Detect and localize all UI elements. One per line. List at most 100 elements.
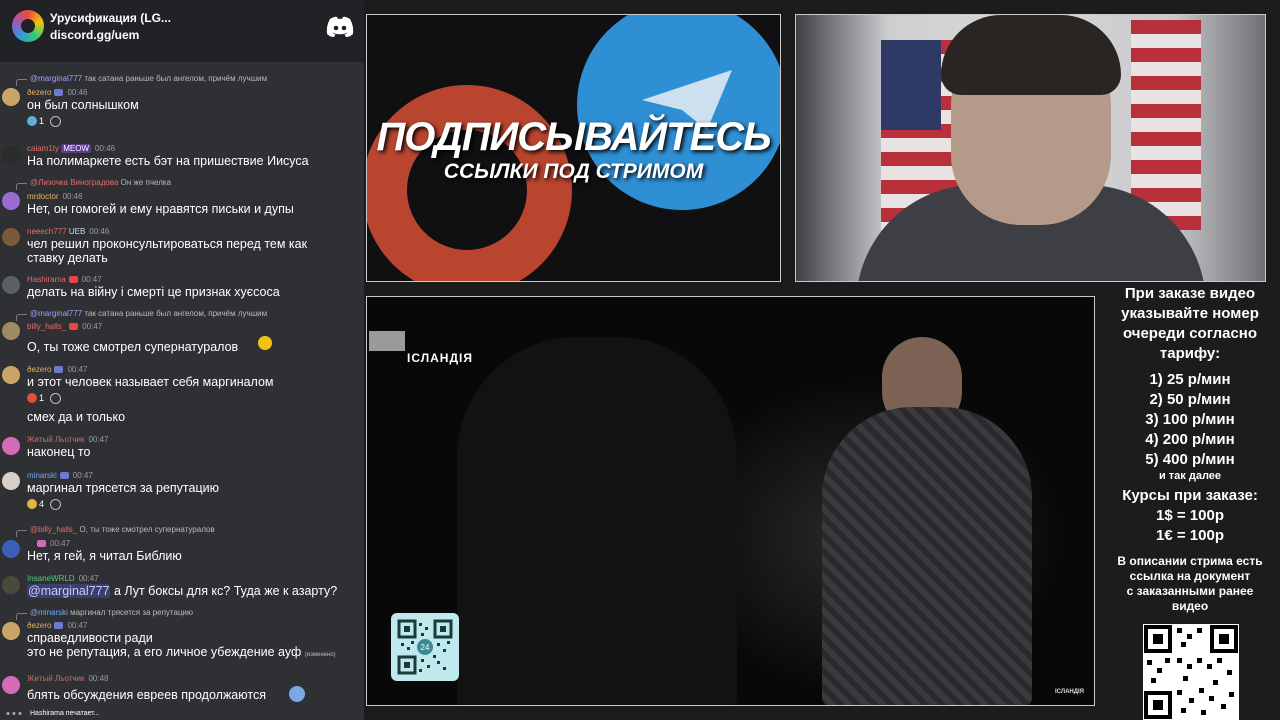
username-row: ðezero 00:47 [27,365,88,374]
message-text: блять обсуждения евреев продолжаются [27,688,266,702]
timestamp: 00:47 [82,322,103,331]
qr-label: 24 [421,643,430,652]
message-text: О, ты тоже смотрел супернатуралов [27,340,239,354]
avatar[interactable] [2,540,20,558]
add-reaction-icon[interactable] [50,392,62,404]
add-reaction-icon[interactable] [50,498,62,510]
reactions[interactable]: 1 [27,391,62,405]
message-text: Нет, я гей, я читал Библию [27,549,182,563]
tariff-item: 5) 400 р/мин [1145,451,1235,468]
reply-preview: @billy_halls_ О, ты тоже смотрел суперна… [16,525,215,537]
avatar[interactable] [2,322,20,340]
info-intro-line: тарифу: [1159,345,1221,362]
message-text: и этот человек называет себя маргиналом [27,375,274,389]
username-row: InsaneWRLD 00:47 [27,574,99,583]
channel-name: ІСЛАНДІЯ [407,351,473,365]
username[interactable]: ðezero [27,621,51,630]
badge-icon [69,323,79,331]
avatar[interactable] [2,228,20,246]
avatar[interactable] [2,192,20,210]
channel-watermark: ІСЛАНДІЯ [1055,689,1084,695]
info-intro-line: указывайте номер [1121,305,1259,322]
username[interactable]: neeech777 [27,227,67,236]
message-text: это не репутация, а его личное убеждение… [27,645,336,659]
username[interactable]: InsaneWRLD [27,574,75,583]
reply-preview: @Лизочка Виноградова Он же пчелка [15,178,172,190]
info-intro-line: очереди согласно [1122,325,1258,342]
reactions[interactable]: 1 [27,114,62,128]
tariff-item: 2) 50 р/мин [1149,391,1231,408]
username-row: calam1ty MEOW 00:46 [27,144,115,153]
avatar[interactable] [2,88,20,106]
server-icon[interactable] [12,10,44,42]
discord-chat-panel: Урусификация (LG... discord.gg/uem @marg… [0,0,364,720]
rate-item: 1€ = 100р [1156,527,1224,544]
username[interactable]: Hashirama [27,275,66,284]
username[interactable]: mrdoctor [27,192,59,201]
message-text: @marginal777 а Лут боксы для кс? Туда же… [27,584,338,598]
avatar[interactable] [2,622,20,640]
description-line: В описании стрима есть [1117,554,1263,568]
reply-preview: @minarski маргинал трясется за репутацию [16,608,193,620]
avatar[interactable] [2,576,20,594]
timestamp: 00:47 [78,574,99,583]
invite-link[interactable]: discord.gg/uem [50,28,139,42]
username[interactable]: ðezero [27,88,51,97]
username-row: billy_halls_ 00:47 [27,322,102,331]
reply-preview: @marginal777 так сатана раньше был ангел… [15,74,268,86]
timestamp: 00:47 [67,365,88,374]
tariff-item: 1) 25 р/мин [1149,371,1231,388]
info-intro-line: При заказе видео [1124,285,1256,302]
message-text: справедливости ради [27,631,153,645]
username[interactable]: minarski [27,471,57,480]
avatar[interactable] [2,276,20,294]
badge-icon [54,366,64,374]
message-text: На полимаркете есть бэт на пришествие Ии… [27,154,309,168]
description-line: видео [1171,599,1209,613]
message-text: делать на війну і смерті це признак хуєс… [27,285,280,299]
username-row: ðezero 00:46 [27,88,88,97]
avatar[interactable] [2,472,20,490]
avatar[interactable] [2,366,20,384]
qr-code-icon: 24 [397,619,453,675]
promo-headline: ПОДПИСЫВАЙТЕСЬ [376,115,771,159]
message-text: маргинал трясется за репутацию [27,481,219,495]
reaction-emoji-icon [27,116,37,127]
badge: MEOW [61,144,92,153]
avatar[interactable] [2,146,20,164]
tariff-item: 3) 100 р/мин [1145,411,1235,428]
username-row: ðezero 00:47 [27,621,88,630]
message-text: он был солнышком [27,98,139,112]
username[interactable]: billy_halls_ [27,322,66,331]
badge-icon [68,276,78,284]
tariff-more: и так далее [1158,470,1222,482]
username-row: Житый Льотчик 00:48 [27,674,108,683]
avatar[interactable] [2,676,20,694]
username-row: 00:47 [27,539,70,548]
timestamp: 00:47 [81,275,102,284]
mention[interactable]: @marginal777 [27,584,111,598]
avatar[interactable] [2,437,20,455]
emoji-icon [258,336,272,350]
username-row: neeech777 UEB 00:46 [27,227,109,236]
timestamp: 00:47 [50,539,71,548]
streamer-hair [941,15,1121,95]
username[interactable]: Житый Льотчик [27,674,84,683]
reaction-count: 1 [39,115,45,126]
edited-note: (изменено) [304,652,336,658]
username-row: Hashirama 00:47 [27,275,102,284]
video-player[interactable]: ІСЛАНДІЯ ІСЛАНДІЯ 24 [366,296,1095,706]
video-qr-code: 24 [391,613,459,681]
badge-icon [54,622,64,630]
typing-indicator-icon [6,712,22,715]
username[interactable]: calam1ty [27,144,59,153]
reactions[interactable]: 4 [27,497,62,511]
reaction-count: 4 [39,498,45,509]
badge-icon [54,89,64,97]
add-reaction-icon[interactable] [50,115,62,127]
timestamp: 00:46 [62,192,83,201]
username[interactable]: ðezero [27,365,51,374]
interviewer-silhouette [457,337,737,705]
badge-icon [59,472,69,480]
username[interactable]: Житый Льотчик [27,435,84,444]
